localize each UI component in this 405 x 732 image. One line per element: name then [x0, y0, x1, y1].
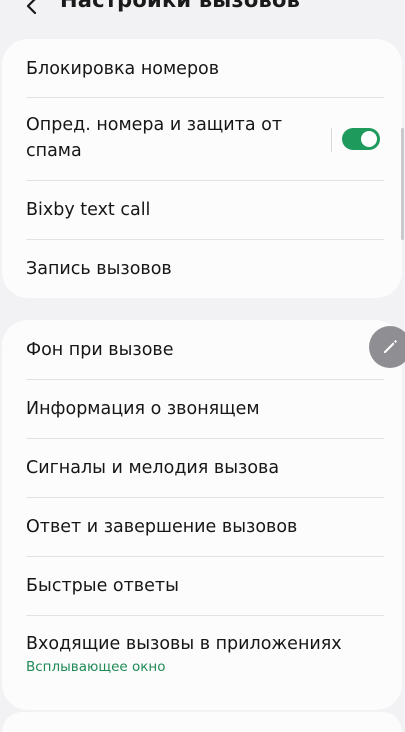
setting-item-label: Фон при вызове [26, 340, 174, 360]
app-bar: Настройки вызовов [0, 0, 405, 24]
setting-item-label-line2: спама [26, 141, 82, 161]
setting-item-ringtones[interactable]: Сигналы и мелодия вызова [2, 439, 402, 497]
setting-item-label: Bixby text call [26, 200, 151, 220]
scrollbar[interactable] [401, 128, 404, 240]
setting-item-label: Запись вызовов [26, 259, 172, 279]
setting-item-block-numbers[interactable]: Блокировка номеров [2, 39, 402, 97]
setting-item-sublabel: Всплывающее окно [26, 659, 166, 675]
settings-group-1: Блокировка номеров Опред. номера и защит… [2, 39, 402, 298]
setting-item-label: Быстрые ответы [26, 576, 179, 596]
pencil-icon [384, 340, 397, 353]
setting-item-label-line1: Опред. номера и защита от [26, 115, 283, 135]
caller-id-spam-toggle[interactable] [342, 128, 380, 150]
setting-item-quick-replies[interactable]: Быстрые ответы [2, 557, 402, 615]
page-title: Настройки вызовов [60, 0, 301, 12]
toggle-separator [331, 128, 332, 152]
setting-item-call-recording[interactable]: Запись вызовов [2, 240, 402, 298]
setting-item-call-background[interactable]: Фон при вызове [2, 320, 402, 379]
chevron-left-icon [26, 0, 37, 15]
setting-item-bixby-text-call[interactable]: Bixby text call [2, 181, 402, 239]
setting-item-label: Информация о звонящем [26, 399, 260, 419]
setting-item-caller-info[interactable]: Информация о звонящем [2, 380, 402, 438]
setting-item-answer-end-calls[interactable]: Ответ и завершение вызовов [2, 498, 402, 556]
setting-item-in-app-calls[interactable]: Входящие вызовы в приложениях Всплывающе… [2, 616, 402, 696]
setting-item-label: Блокировка номеров [26, 59, 220, 79]
settings-group-2: Фон при вызове Информация о звонящем Сиг… [2, 320, 402, 710]
setting-item-label: Сигналы и мелодия вызова [26, 458, 280, 478]
setting-item-label: Входящие вызовы в приложениях [26, 634, 342, 654]
edit-button[interactable] [369, 326, 405, 368]
setting-item-label: Ответ и завершение вызовов [26, 517, 298, 537]
settings-group-3 [2, 712, 402, 732]
toggle-knob [361, 131, 377, 147]
back-button[interactable] [18, 0, 46, 20]
